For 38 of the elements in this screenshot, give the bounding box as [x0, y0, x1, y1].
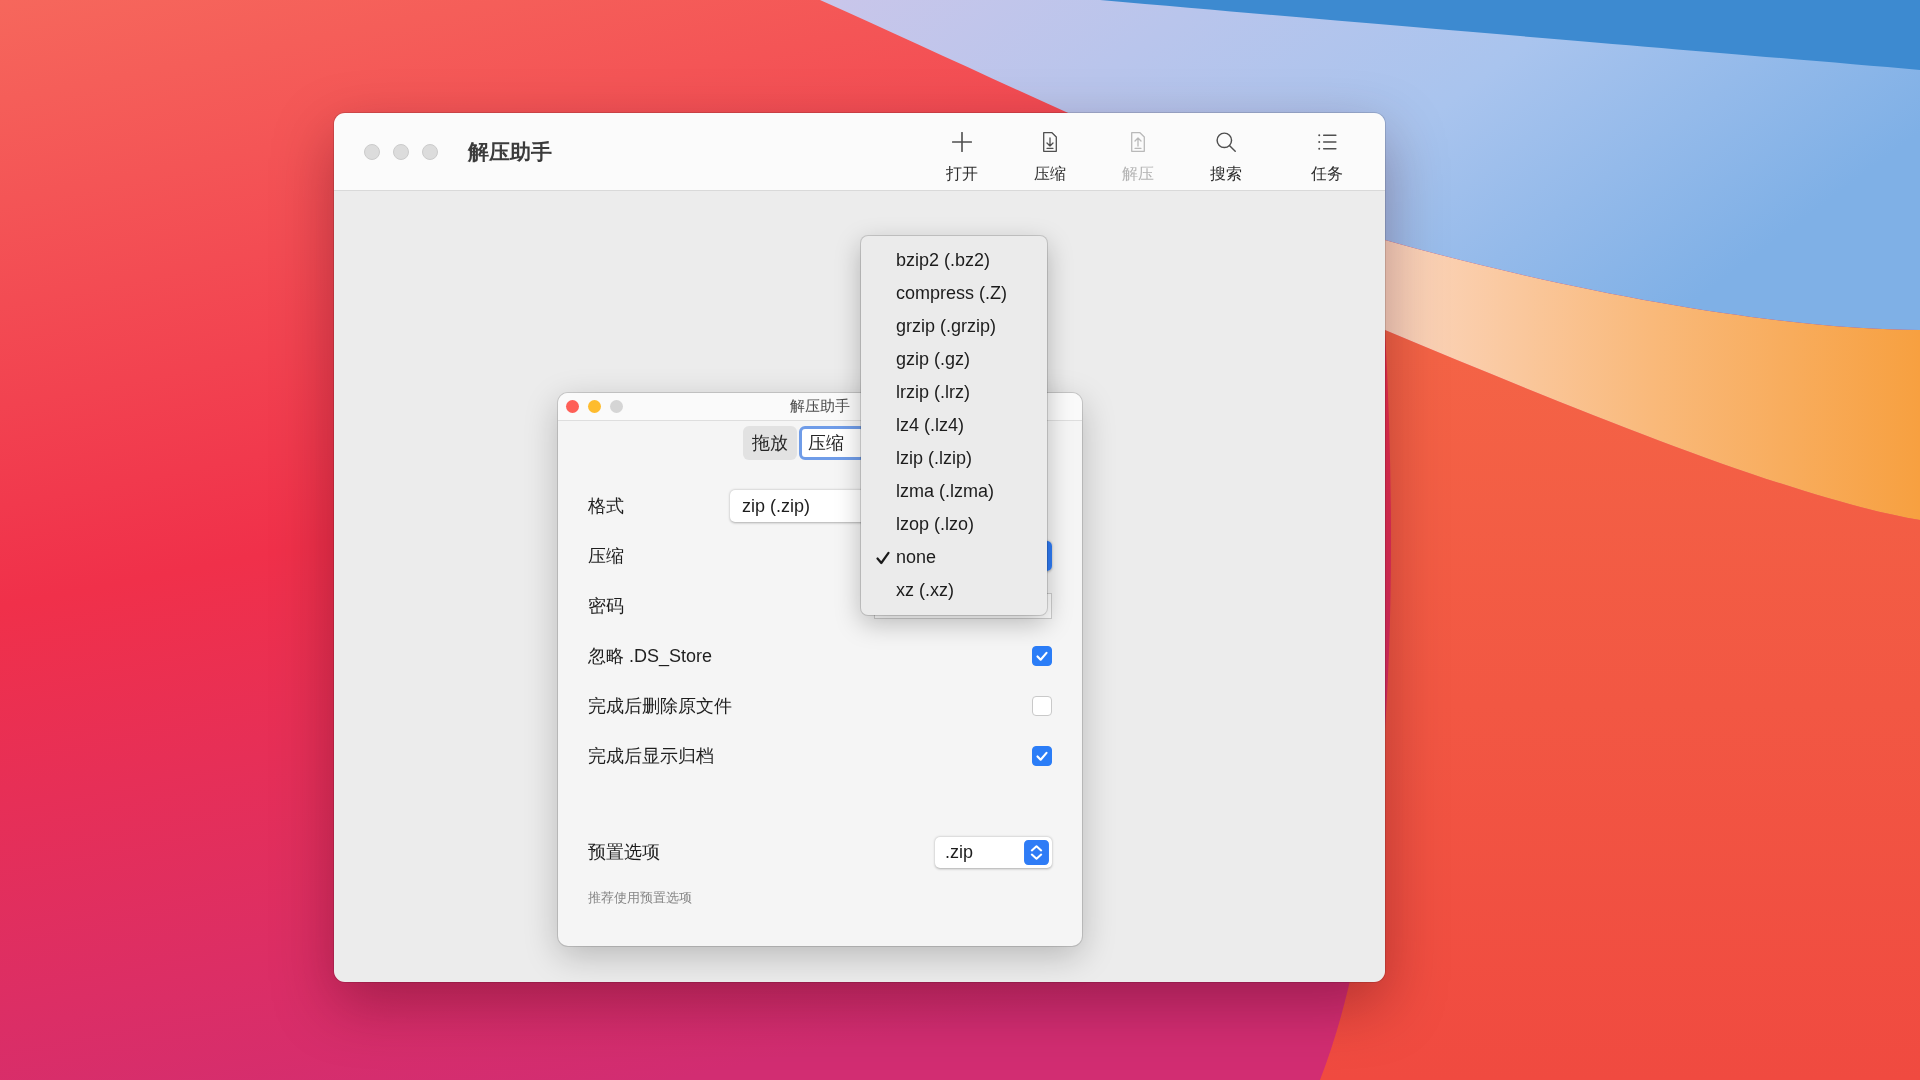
toolbar-button[interactable]: 任务	[1291, 128, 1363, 188]
checkbox[interactable]	[1032, 646, 1052, 666]
dialog-title: 解压助手	[790, 397, 850, 416]
menu-item[interactable]: none	[861, 541, 1047, 574]
dropdown-button[interactable]: .zip	[935, 836, 1052, 868]
maximize-button[interactable]	[422, 143, 438, 160]
close-button[interactable]	[364, 143, 380, 160]
setting-label: 密码	[588, 595, 625, 618]
checkbox[interactable]	[1032, 746, 1052, 766]
setting-label: 完成后显示归档	[588, 745, 715, 768]
list-icon	[1317, 132, 1337, 152]
minimize-button[interactable]	[393, 143, 409, 160]
maximize-button[interactable]	[610, 400, 623, 413]
setting-label: 压缩	[588, 545, 625, 568]
checkbox[interactable]	[1032, 696, 1052, 716]
menu-item[interactable]: bzip2 (.bz2)	[861, 244, 1047, 277]
setting-label: 完成后删除原文件	[588, 695, 730, 718]
setting-label: 预置选项	[588, 841, 661, 864]
setting-label: 格式	[588, 495, 625, 518]
menu-item[interactable]: grzip (.grzip)	[861, 310, 1047, 343]
menu-item[interactable]: gzip (.gz)	[861, 343, 1047, 376]
toolbar-button[interactable]: 搜索	[1190, 128, 1262, 188]
menu-item[interactable]: xz (.xz)	[861, 574, 1047, 607]
hint-text: 推荐使用预置选项	[588, 891, 692, 905]
menu-item[interactable]: compress (.Z)	[861, 277, 1047, 310]
toolbar-button[interactable]: 压缩	[1014, 128, 1086, 188]
minimize-button[interactable]	[588, 400, 601, 413]
plus-icon	[952, 132, 972, 152]
tab[interactable]: 拖放	[743, 426, 797, 460]
document-arrow-up-icon	[1128, 132, 1148, 152]
stepper-icon	[1023, 838, 1050, 866]
toolbar-button[interactable]: 打开	[926, 128, 998, 188]
window-title: 解压助手	[468, 138, 552, 165]
menu-item[interactable]: lrzip (.lrz)	[861, 376, 1047, 409]
search-icon	[1216, 132, 1236, 152]
setting-label: 忽略 .DS_Store	[588, 645, 714, 668]
document-arrow-down-icon	[1040, 132, 1060, 152]
close-button[interactable]	[566, 400, 579, 413]
